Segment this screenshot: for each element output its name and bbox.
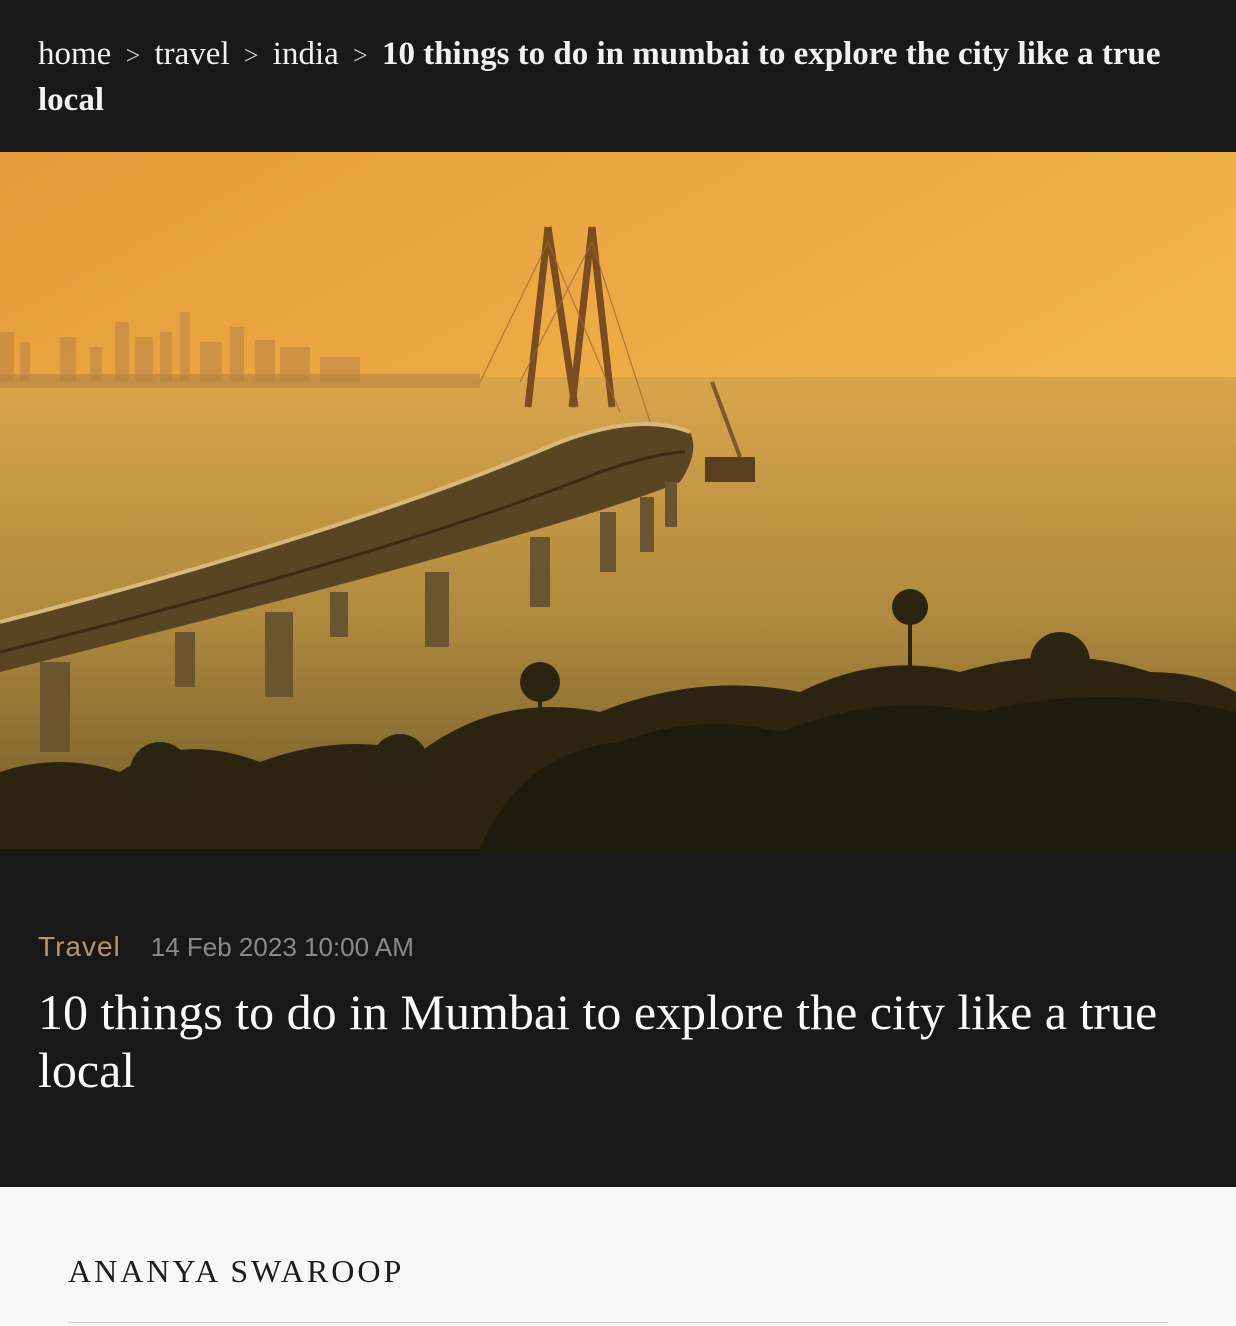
author-divider (68, 1322, 1168, 1323)
hero-illustration (0, 152, 1236, 849)
author-name[interactable]: ANANYA SWAROOP (68, 1253, 1168, 1290)
category-tag[interactable]: Travel (38, 931, 121, 963)
author-section: ANANYA SWAROOP (0, 1187, 1236, 1326)
article-meta: Travel 14 Feb 2023 10:00 AM (38, 931, 1198, 963)
breadcrumb-india-link[interactable]: india (273, 36, 339, 72)
hero-image (0, 152, 1236, 849)
article-header: Travel 14 Feb 2023 10:00 AM 10 things to… (0, 849, 1236, 1187)
breadcrumb: home > travel > india > 10 things to do … (0, 0, 1236, 152)
breadcrumb-separator: > (353, 41, 368, 70)
breadcrumb-home-link[interactable]: home (38, 36, 111, 72)
breadcrumb-travel-link[interactable]: travel (155, 36, 230, 72)
breadcrumb-separator: > (125, 41, 141, 70)
article-title: 10 things to do in Mumbai to explore the… (38, 984, 1158, 1098)
publish-timestamp: 14 Feb 2023 10:00 AM (150, 932, 414, 962)
breadcrumb-separator: > (243, 41, 259, 70)
